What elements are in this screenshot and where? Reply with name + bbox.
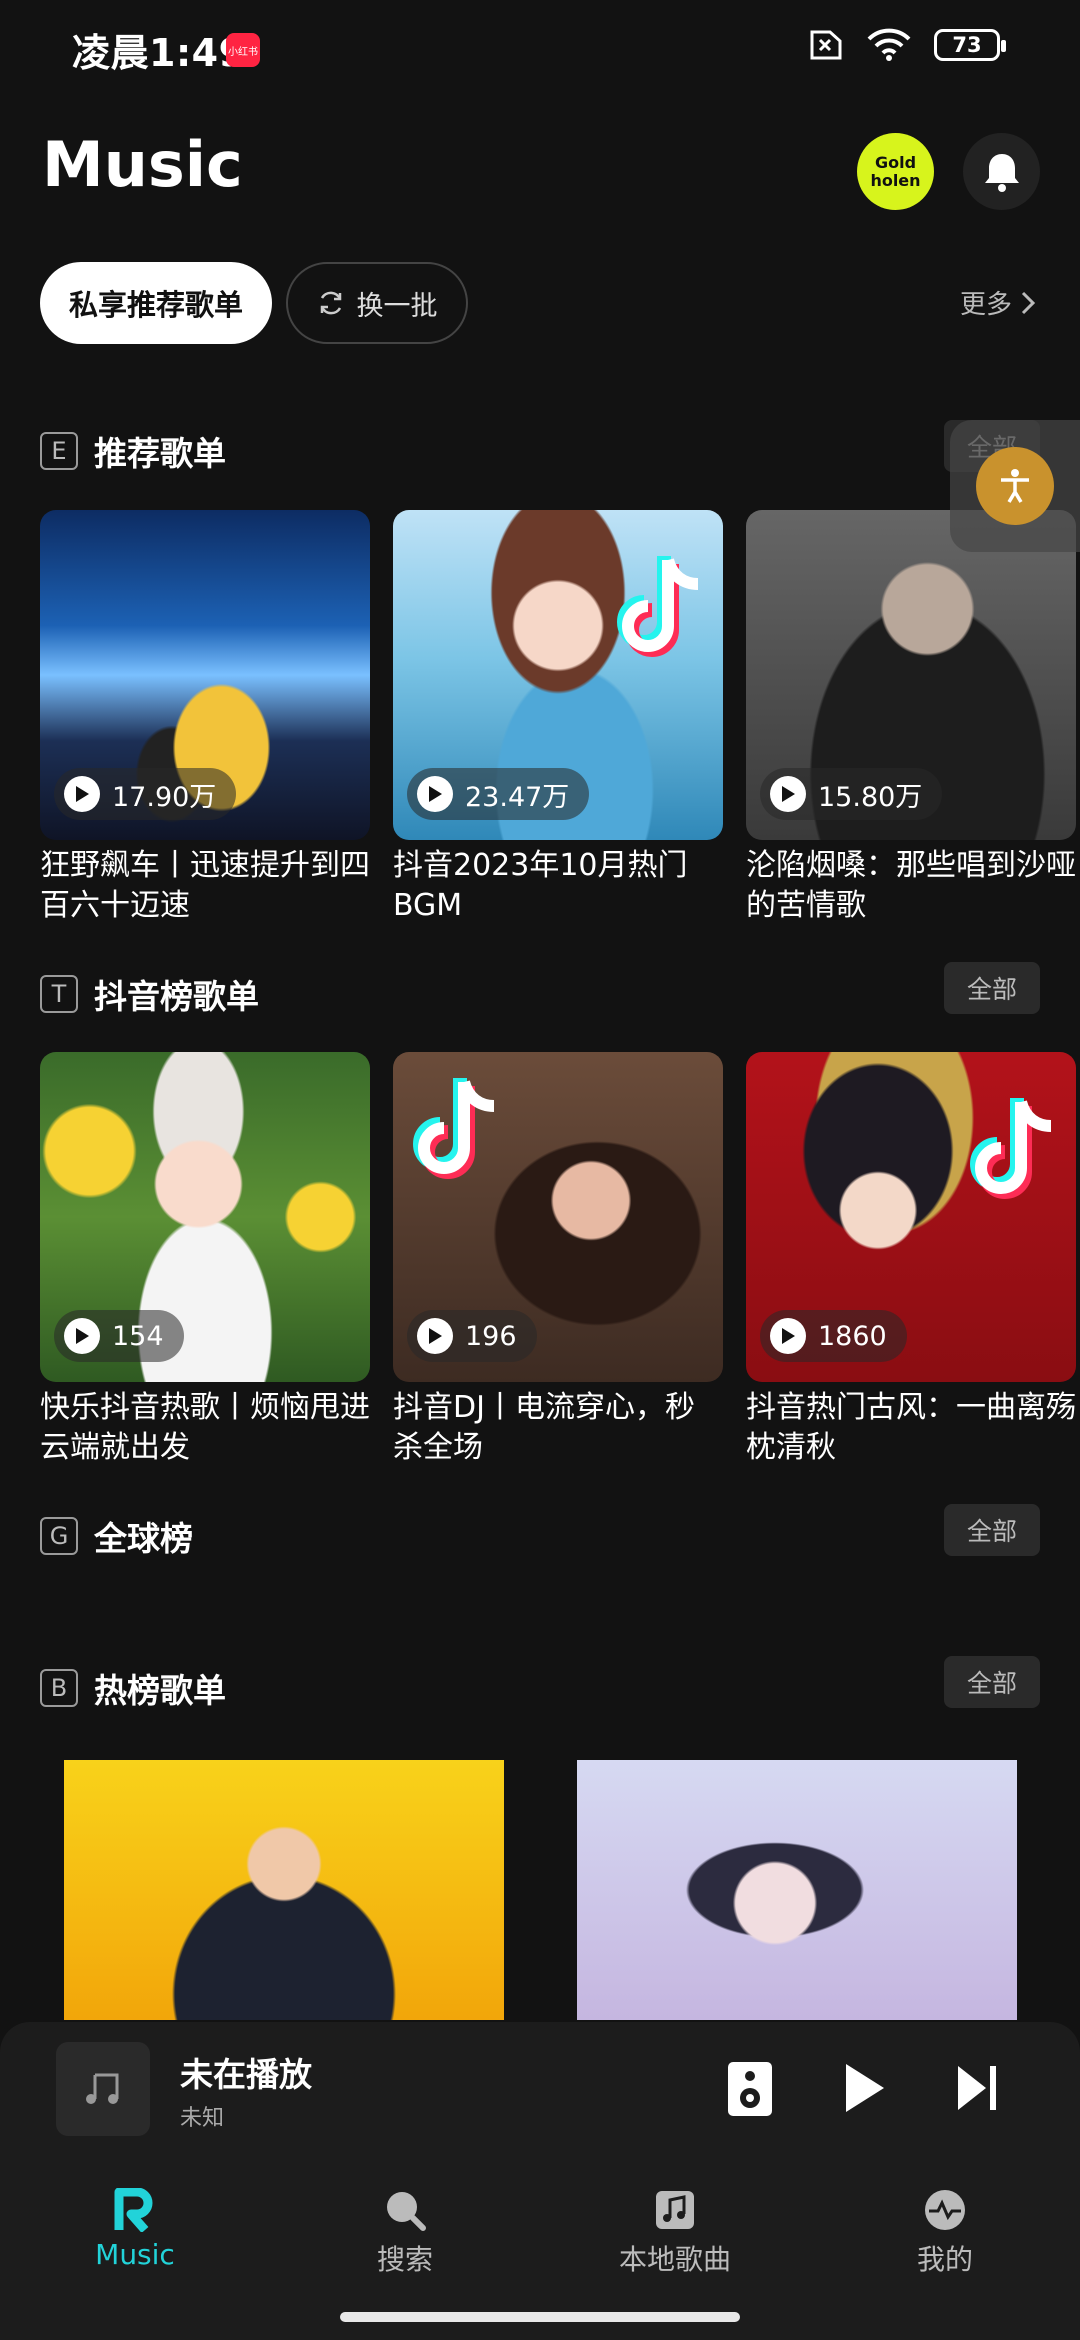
play-icon [770,1318,806,1354]
status-time: 凌晨1:49 [72,31,246,75]
all-button-douyin[interactable]: 全部 [944,962,1040,1014]
all-button-hot[interactable]: 全部 [944,1656,1040,1708]
profile-pulse-icon [925,2190,965,2230]
tiktok-logo-icon [617,556,699,657]
section-header-global: G 全球榜 [40,1512,193,1560]
more-link[interactable]: 更多 [960,284,1036,321]
bell-icon [984,153,1019,192]
xiaohongshu-badge: 小红书 [226,33,260,67]
nav-item-profile[interactable]: 我的 [810,2158,1080,2298]
notification-button[interactable] [963,133,1040,210]
play-icon [770,776,806,812]
play-count-pill: 154 [54,1310,184,1362]
page-title: Music [42,128,243,201]
nav-label: 搜索 [376,2243,433,2276]
play-count-pill: 196 [407,1310,537,1362]
section-header-douyin: T 抖音榜歌单 [40,970,259,1018]
private-playlist-chip[interactable]: 私享推荐歌单 [40,262,272,344]
nav-item-search[interactable]: 搜索 [270,2158,540,2298]
playlist-title: 抖音热门古风：一曲离殇枕清秋 [746,1390,1076,1465]
playlist-title: 快乐抖音热歌丨烦恼甩进云端就出发 [40,1390,370,1465]
music-note-icon [86,2073,119,2104]
nav-item-music[interactable]: Music [0,2158,270,2298]
section-letter: G [40,1517,78,1555]
section-letter: T [40,975,78,1013]
playlist-cover: 23.47万 [393,510,723,840]
wifi-icon [867,28,911,61]
tiktok-logo-icon [413,1078,495,1179]
speaker-device-icon[interactable] [726,2060,774,2118]
all-button-global[interactable]: 全部 [944,1504,1040,1556]
search-icon [387,2192,426,2231]
status-icons: 73 [804,28,1006,62]
now-playing-artist: 未知 [180,2106,225,2131]
home-indicator[interactable] [340,2312,740,2322]
playlist-card[interactable]: 15.80万 沦陷烟嗓：那些唱到沙哑的苦情歌 [746,510,1076,926]
section-title: 抖音榜歌单 [94,977,259,1016]
play-icon [417,1318,453,1354]
play-count: 15.80万 [818,781,923,813]
playlist-card[interactable]: 17.90万 狂野飙车丨迅速提升到四百六十迈速 [40,510,370,926]
section-letter: B [40,1669,78,1707]
play-icon [417,776,453,812]
play-icon [64,776,100,812]
playlist-cover: 1860 [746,1052,1076,1382]
chevron-right-icon [1021,291,1036,314]
play-count: 17.90万 [112,781,217,813]
play-icon [64,1318,100,1354]
next-track-icon[interactable] [954,2060,1000,2116]
nav-label: 本地歌曲 [618,2243,731,2276]
playlist-title: 狂野飙车丨迅速提升到四百六十迈速 [40,848,370,923]
music-r-logo-icon [114,2188,153,2232]
refresh-batch-label: 换一批 [356,290,438,322]
playlist-title: 抖音2023年10月热门BGM [393,848,688,923]
hot-playlist-cover[interactable] [577,1760,1017,2020]
play-count: 154 [112,1320,164,1352]
nav-label: 我的 [916,2243,973,2276]
bottom-nav: Music 搜索 本地歌曲 我的 [0,2158,1080,2298]
play-count: 1860 [818,1320,887,1352]
playlist-card[interactable]: 1860 抖音热门古风：一曲离殇枕清秋 [746,1052,1076,1468]
section-header-recommended: E 推荐歌单 [40,427,226,475]
section-header-hot: B 热榜歌单 [40,1664,226,1712]
playlist-cover: 17.90万 [40,510,370,840]
section-title: 推荐歌单 [94,434,226,473]
play-count: 23.47万 [465,781,570,813]
playlist-cover: 196 [393,1052,723,1382]
refresh-batch-button[interactable]: 换一批 [286,262,468,344]
local-music-icon [656,2191,694,2229]
section-title: 全球榜 [94,1519,193,1558]
playlist-title: 抖音DJ丨电流穿心，秒杀全场 [393,1390,695,1465]
playlist-cover: 154 [40,1052,370,1382]
playlist-card[interactable]: 154 快乐抖音热歌丨烦恼甩进云端就出发 [40,1052,370,1468]
hot-playlist-cover[interactable] [64,1760,504,2020]
play-button-icon[interactable] [842,2060,888,2116]
refresh-icon [320,291,341,315]
accessibility-icon [976,447,1054,525]
playlist-card[interactable]: 196 抖音DJ丨电流穿心，秒杀全场 [393,1052,723,1468]
play-count-pill: 15.80万 [760,768,943,820]
playlist-title: 沦陷烟嗓：那些唱到沙哑的苦情歌 [746,848,1076,923]
avatar[interactable]: Gold holen [857,133,934,210]
nav-label: Music [95,2238,175,2271]
battery-indicator: 73 [934,29,1006,61]
sim-off-icon [810,30,842,60]
play-count-pill: 1860 [760,1310,907,1362]
section-title: 热榜歌单 [94,1671,226,1710]
accessibility-float-button[interactable] [950,420,1080,552]
play-count: 196 [465,1320,517,1352]
nav-item-local-music[interactable]: 本地歌曲 [540,2158,810,2298]
playlist-cover: 15.80万 [746,510,1076,840]
play-count-pill: 23.47万 [407,768,590,820]
now-playing-title: 未在播放 [180,2055,312,2094]
now-playing-cover [56,2042,150,2136]
mini-player[interactable]: 未在播放 未知 [0,2022,1080,2158]
section-letter: E [40,432,78,470]
playlist-card[interactable]: 23.47万 抖音2023年10月热门BGM [393,510,723,926]
more-label: 更多 [960,290,1013,320]
tiktok-logo-icon [970,1098,1052,1199]
play-count-pill: 17.90万 [54,768,237,820]
